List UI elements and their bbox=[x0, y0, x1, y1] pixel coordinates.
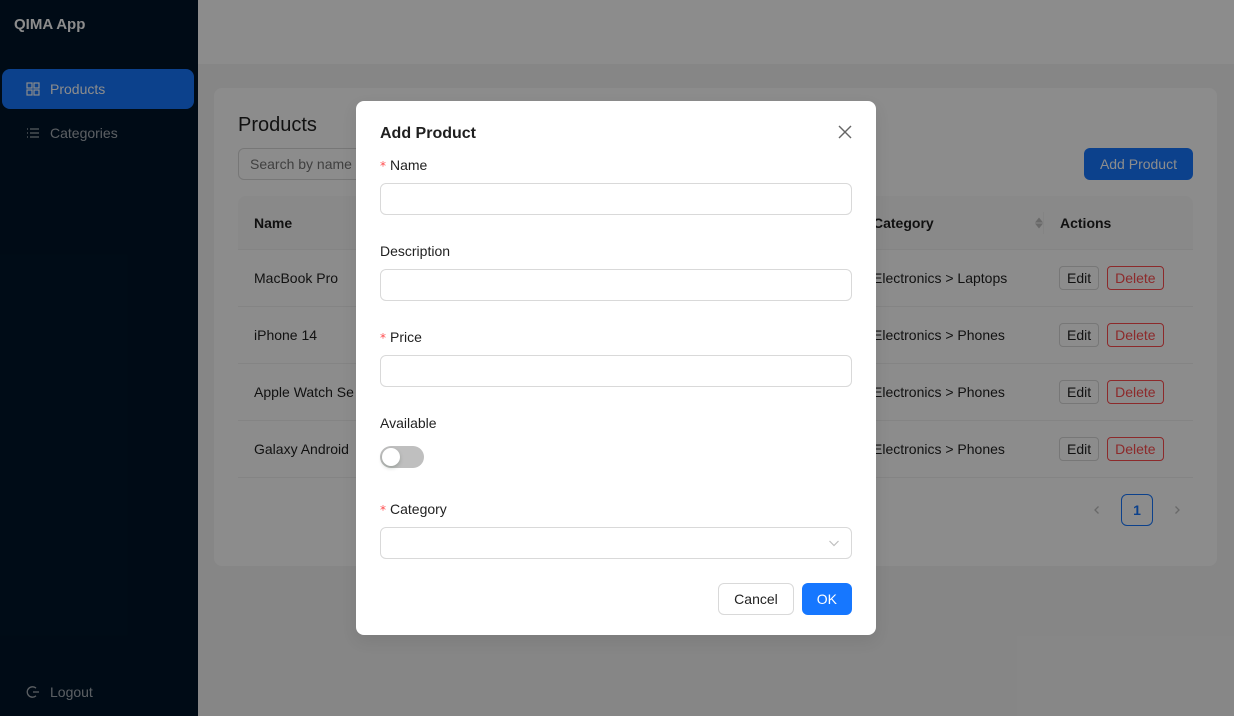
close-button[interactable] bbox=[834, 121, 856, 143]
category-select[interactable] bbox=[380, 527, 852, 559]
category-label: * Category bbox=[380, 501, 447, 517]
required-mark: * bbox=[380, 503, 386, 517]
name-field[interactable] bbox=[380, 183, 852, 215]
required-mark: * bbox=[380, 331, 386, 345]
description-label: Description bbox=[380, 243, 451, 259]
add-product-modal: Add Product * Name Description * Price Ava… bbox=[356, 101, 876, 635]
available-toggle[interactable] bbox=[380, 446, 424, 468]
toggle-knob bbox=[382, 448, 400, 466]
required-mark: * bbox=[380, 159, 386, 173]
chevron-down-icon bbox=[829, 540, 839, 547]
close-icon bbox=[838, 125, 852, 139]
modal-title: Add Product bbox=[380, 125, 476, 142]
price-label: * Price bbox=[380, 329, 422, 345]
cancel-button[interactable]: Cancel bbox=[718, 583, 794, 615]
ok-button[interactable]: OK bbox=[801, 583, 852, 615]
description-field[interactable] bbox=[380, 269, 852, 301]
modal-footer: Cancel OK bbox=[718, 583, 852, 615]
price-field[interactable] bbox=[380, 355, 852, 387]
available-label: Available bbox=[380, 415, 437, 431]
name-label: * Name bbox=[380, 157, 428, 173]
